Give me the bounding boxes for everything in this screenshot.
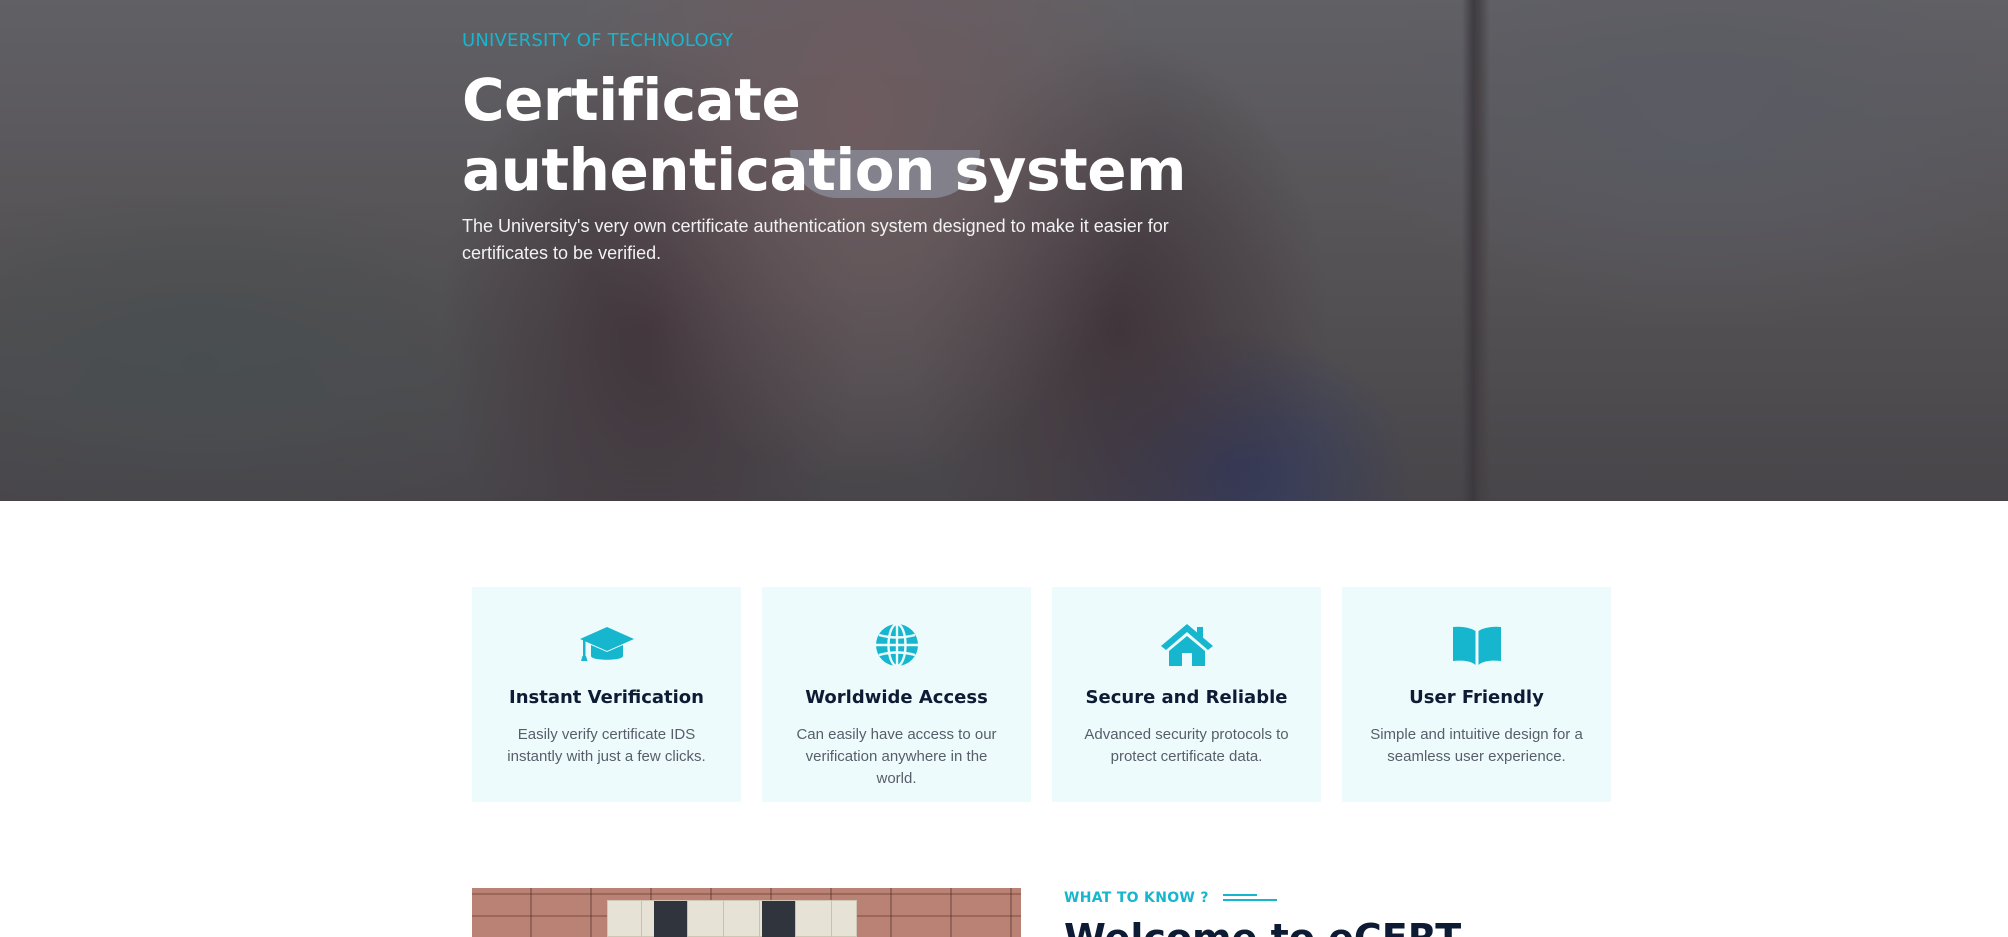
feature-text: Can easily have access to our verificati… [796, 726, 997, 787]
globe-icon [875, 623, 918, 667]
about-kicker: WHAT TO KNOW ? [1064, 890, 1209, 906]
feature-text: Easily verify certificate IDS instantly … [507, 726, 706, 765]
feature-card-worldwide-access: Worldwide Access Can easily have access … [762, 587, 1031, 802]
hero-kicker: UNIVERSITY OF TECHNOLOGY [462, 30, 734, 51]
hero-content: UNIVERSITY OF TECHNOLOGY Certificate aut… [462, 30, 1222, 267]
feature-card-user-friendly: User Friendly Simple and intuitive desig… [1342, 587, 1611, 802]
feature-card-instant-verification: Instant Verification Easily verify certi… [472, 587, 741, 802]
feature-title: Secure and Reliable [1085, 687, 1288, 708]
book-open-icon [1452, 626, 1501, 665]
hero-title: Certificate authentication system [462, 66, 1187, 204]
about-heading: Welcome to eCERT [1064, 916, 1564, 937]
hero-section: UNIVERSITY OF TECHNOLOGY Certificate aut… [0, 0, 2008, 501]
feature-title: Instant Verification [509, 687, 704, 708]
feature-title: Worldwide Access [805, 687, 988, 708]
books-photo [607, 900, 857, 937]
home-icon [1160, 624, 1213, 666]
about-section: WHAT TO KNOW ? Welcome to eCERT [1064, 890, 1564, 937]
feature-title: User Friendly [1409, 687, 1544, 708]
hero-description: The University's very own certificate au… [462, 216, 1169, 263]
graduation-cap-icon [579, 627, 634, 661]
about-kicker-row: WHAT TO KNOW ? [1064, 890, 1564, 906]
feature-text: Simple and intuitive design for a seamle… [1370, 726, 1583, 765]
feature-card-secure-reliable: Secure and Reliable Advanced security pr… [1052, 587, 1321, 802]
kicker-decoration [1222, 894, 1277, 902]
about-image [472, 888, 1021, 937]
feature-text: Advanced security protocols to protect c… [1084, 726, 1289, 765]
features-section: Instant Verification Easily verify certi… [472, 587, 1612, 802]
